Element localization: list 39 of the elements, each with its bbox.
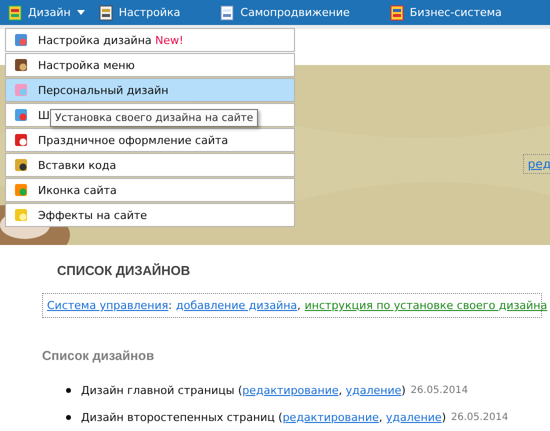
design-entry: Дизайн главной страницы (редактирование, удаление) <box>81 384 406 397</box>
menu-item-icon <box>14 58 28 72</box>
menu-item-icon <box>14 208 28 222</box>
menu-item-icon <box>14 158 28 172</box>
edit-link[interactable]: редактирование <box>282 411 379 424</box>
separator-text: : <box>168 299 172 312</box>
edit-link[interactable]: ред <box>522 154 550 174</box>
tooltip: Установка своего дизайна на сайте <box>50 109 258 127</box>
nav-menu-item[interactable]: Бизнес-система <box>390 4 502 20</box>
date-text: 26.05.2014 <box>450 412 508 423</box>
edit-link[interactable]: редактирование <box>242 384 339 397</box>
date-text: 26.05.2014 <box>410 385 468 396</box>
nav-link[interactable]: Система управления <box>47 299 168 312</box>
document-icon <box>220 4 234 20</box>
nav-link[interactable]: инструкция по установке своего дизайна <box>304 299 548 312</box>
menu-item-icon <box>14 33 28 47</box>
menu-item[interactable]: Вставки кода <box>5 153 295 177</box>
menu-item-icon <box>14 183 28 197</box>
nav-menu-item[interactable]: Дизайн <box>8 4 85 20</box>
page-heading: СПИСОК ДИЗАЙНОВ <box>57 263 192 278</box>
menu-item[interactable]: Эффекты на сайте <box>5 203 295 227</box>
nav-menu-item[interactable]: Самопродвижение <box>220 4 350 20</box>
delete-link[interactable]: удаление <box>346 384 402 397</box>
separator-text: , <box>297 299 301 312</box>
menu-item[interactable]: Иконка сайта <box>5 178 295 202</box>
menu-item[interactable]: Праздничное оформление сайта <box>5 128 295 152</box>
menu-item-icon <box>14 133 28 147</box>
menu-item[interactable]: Настройка меню <box>5 53 295 77</box>
delete-link[interactable]: удаление <box>386 411 442 424</box>
menu-item-icon <box>14 108 28 122</box>
nav-link[interactable]: добавление дизайна <box>176 299 298 312</box>
bullet-icon <box>66 415 71 420</box>
menu-item[interactable]: Персональный дизайн <box>5 78 295 102</box>
nav-menu-item[interactable]: Настройка <box>98 4 180 20</box>
menu-item-icon <box>14 83 28 97</box>
section-title: Список дизайнов <box>42 348 156 363</box>
menu-item[interactable]: Настройка дизайна New! <box>5 28 295 52</box>
bullet-icon <box>66 388 71 393</box>
design-entry: Дизайн второстепенных страниц (редактирование, удаление) <box>81 411 446 424</box>
